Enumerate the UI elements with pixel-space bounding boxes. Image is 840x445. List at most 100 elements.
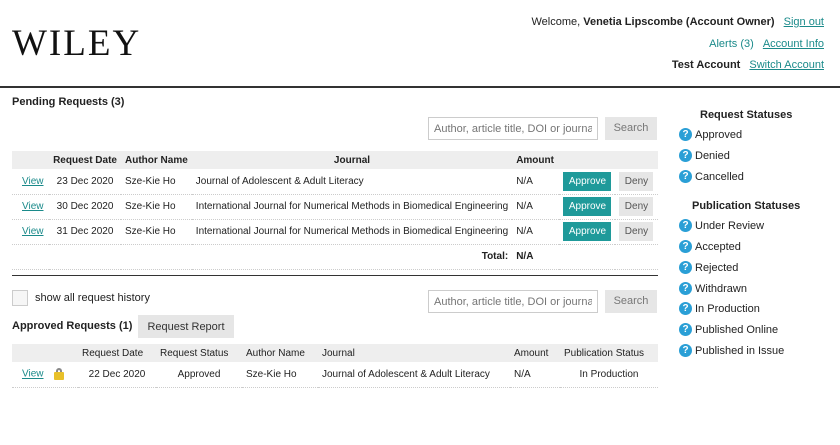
approved-search-button[interactable]: Search [605,290,657,313]
approved-search-input[interactable] [428,290,598,313]
col-header-request-status: Request Status [160,347,229,359]
legend-item-accepted[interactable]: ? Accepted [679,240,741,253]
legend-item-withdrawn[interactable]: ? Withdrawn [679,282,747,295]
col-header-author-name: Author Name [246,347,305,359]
pending-search-input[interactable] [428,117,598,140]
help-question-icon: ? [679,302,692,315]
help-question-icon: ? [679,170,692,183]
col-header-author-name: Author Name [125,154,188,166]
col-header [615,151,658,169]
legend-item-published-online[interactable]: ? Published Online [679,323,778,336]
legend-item-denied[interactable]: ? Denied [679,149,730,162]
author-name: Sze-Kie Ho [121,219,192,245]
amount: N/A [512,219,560,245]
welcome-line: Welcome, Venetia Lipscombe (Account Owne… [531,16,824,28]
amount: N/A [512,194,560,220]
legend-item-approved[interactable]: ? Approved [679,128,742,141]
pending-requests-title: Pending Requests (3) [12,96,125,108]
col-header-amount: Amount [514,347,549,359]
publication-status: In Production [560,362,658,388]
pending-requests-table: Request Date Author Name Journal Amount … [12,151,658,270]
journal-name: Journal of Adolescent & Adult Literacy [191,169,513,195]
view-link[interactable]: View [22,226,44,237]
deny-button[interactable]: Deny [619,197,654,216]
view-link[interactable]: View [22,176,44,187]
show-history-label: show all request history [35,292,150,304]
col-header-request-date: Request Date [53,154,117,166]
author-name: Sze-Kie Ho [242,362,318,388]
help-question-icon: ? [679,128,692,141]
legend-item-label: Accepted [695,240,741,253]
lock-icon [54,368,65,381]
welcome-prefix: Welcome, [531,16,584,28]
page-header: WILEY Welcome, Venetia Lipscombe (Accoun… [0,0,840,88]
col-header [559,151,615,169]
request-status: Approved [156,362,242,388]
legend-item-label: Denied [695,149,730,162]
request-statuses-title: Request Statuses [700,109,793,121]
total-label: Total: [12,244,513,270]
col-header-publication-status: Publication Status [564,347,645,359]
request-date: 31 Dec 2020 [49,219,121,245]
legend-item-rejected[interactable]: ? Rejected [679,261,738,274]
show-history-checkbox[interactable] [12,290,28,306]
legend-item-label: Published in Issue [695,344,785,357]
author-name: Sze-Kie Ho [121,194,192,220]
approve-button[interactable]: Approve [563,197,612,216]
legend-item-under-review[interactable]: ? Under Review [679,219,764,232]
approved-requests-table: Request Date Request Status Author Name … [12,344,658,388]
legend-item-published-in-issue[interactable]: ? Published in Issue [679,344,784,357]
view-link[interactable]: View [22,201,44,212]
approved-requests-title: Approved Requests (1) [12,320,133,332]
journal-name: International Journal for Numerical Meth… [191,194,513,220]
request-report-button[interactable]: Request Report [138,315,234,338]
view-link[interactable]: View [22,369,44,380]
legend-item-cancelled[interactable]: ? Cancelled [679,170,744,183]
approve-button[interactable]: Approve [563,222,612,241]
approved-table-header: Request Date Request Status Author Name … [12,344,658,362]
help-question-icon: ? [679,149,692,162]
switch-account-link[interactable]: Switch Account [749,59,824,71]
col-header-journal: Journal [333,154,371,166]
wiley-logo: WILEY [12,23,142,64]
col-header-journal: Journal [322,347,355,359]
sign-out-link[interactable]: Sign out [784,16,824,28]
amount: N/A [512,169,560,195]
deny-button[interactable]: Deny [619,222,654,241]
publication-statuses-title: Publication Statuses [692,200,801,212]
approve-button[interactable]: Approve [563,171,612,191]
account-line: Test Account Switch Account [672,59,824,71]
table-row: View 22 Dec 2020 Approved Sze-Kie Ho Jou… [12,362,658,388]
total-value: N/A [512,244,560,270]
col-header [12,151,49,169]
author-name: Sze-Kie Ho [121,169,192,195]
legend-item-in-production[interactable]: ? In Production [679,302,760,315]
amount: N/A [510,362,560,388]
request-date: 22 Dec 2020 [78,362,156,388]
alerts-line: Alerts (3) Account Info [703,38,824,50]
deny-button[interactable]: Deny [619,171,654,191]
table-row: View 30 Dec 2020 Sze-Kie Ho Internationa… [12,194,658,220]
help-question-icon: ? [679,219,692,232]
request-date: 30 Dec 2020 [49,194,121,220]
pending-search-button[interactable]: Search [605,117,657,140]
legend-item-label: Published Online [695,323,779,336]
legend-item-label: Cancelled [695,170,744,183]
legend-item-label: In Production [695,302,760,315]
journal-name: International Journal for Numerical Meth… [191,219,513,245]
col-header [12,344,78,362]
legend-item-label: Approved [695,128,743,141]
legend-item-label: Rejected [695,261,739,274]
col-header-amount: Amount [516,154,554,166]
table-row: View 31 Dec 2020 Sze-Kie Ho Internationa… [12,219,658,245]
col-header-request-date: Request Date [82,347,144,359]
current-account: Test Account [671,59,741,71]
help-question-icon: ? [679,323,692,336]
help-question-icon: ? [679,344,692,357]
total-row: Total: N/A [12,244,658,270]
table-row: View 23 Dec 2020 Sze-Kie Ho Journal of A… [12,169,658,195]
help-question-icon: ? [679,282,692,295]
account-info-link[interactable]: Account Info [763,38,824,50]
alerts-link[interactable]: Alerts (3) [709,38,754,50]
journal-name: Journal of Adolescent & Adult Literacy [318,362,510,388]
